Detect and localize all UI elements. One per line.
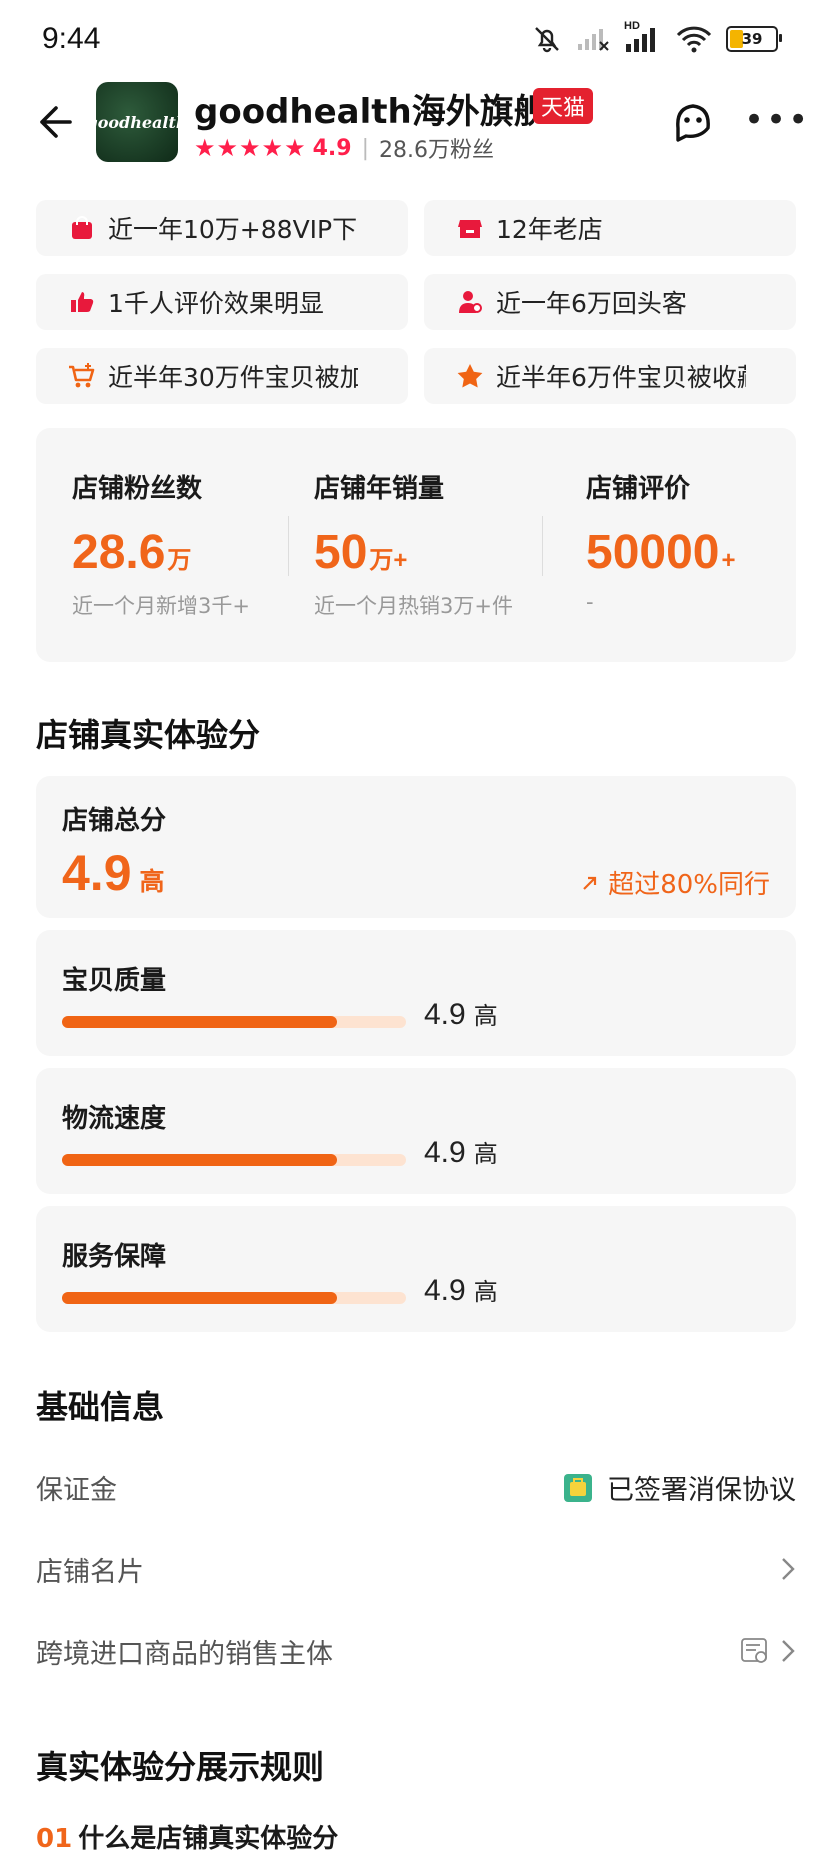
signal-weak-icon (578, 29, 609, 51)
more-options-icon[interactable]: ••• (744, 100, 810, 140)
tag-reviews: 1千人评价效果明显 (36, 274, 408, 330)
tag-cart: 近半年30万件宝贝被加购 (36, 348, 408, 404)
stat-label: 店铺评价 (586, 474, 691, 504)
total-score-level: 高 (139, 867, 165, 896)
score-bar-fill (62, 1016, 338, 1028)
total-score-card: 店铺总分 4.9 高 超过80%同行 (36, 776, 796, 918)
beyond-peers: 超过80%同行 (580, 864, 770, 901)
stat-annual-sales: 店铺年销量 50万+ 近一个月热销3万+件 (314, 468, 513, 620)
divider (542, 516, 543, 576)
rules-item[interactable]: 01 什么是店铺真实体验分 (36, 1818, 338, 1855)
status-icons: HD 39 (532, 20, 782, 54)
stat-label: 店铺粉丝数 (72, 474, 203, 504)
deposit-status: 已签署消保协议 (563, 1468, 796, 1507)
sub-score-card: 服务保障 4.9 高 (36, 1206, 796, 1332)
sub-score-card: 物流速度 4.9 高 (36, 1068, 796, 1194)
fans-count: 28.6万粉丝 (378, 138, 494, 163)
stat-value: 28.6万 (72, 526, 192, 579)
shop-card-label: 店铺名片 (36, 1557, 144, 1588)
score-bar (62, 1016, 406, 1028)
sub-score-value: 4.9 高 (424, 1136, 498, 1169)
tmall-badge: 天猫 (533, 88, 594, 124)
stat-sub: - (586, 590, 594, 614)
tag-returning: 近一年6万回头客 (424, 274, 796, 330)
tag-text: 近半年6万件宝贝被收藏 (496, 363, 746, 392)
star-badge-icon (456, 362, 484, 390)
stat-reviews: 店铺评价 50000+ - (586, 468, 736, 614)
battery-icon: 39 (726, 26, 782, 52)
chevron-right-icon (782, 1558, 795, 1580)
tag-text: 近一年10万+88VIP下单 (108, 215, 358, 244)
signal-hd-icon: HD (624, 20, 662, 54)
battery-level: 39 (741, 30, 763, 48)
seller-entity-label: 跨境进口商品的销售主体 (36, 1639, 333, 1670)
returning-user-icon (456, 288, 484, 316)
chevron-right-icon (782, 1640, 795, 1662)
rating-stars-icon: ★★★★★ (194, 134, 307, 162)
back-arrow-icon[interactable] (32, 100, 76, 144)
deposit-label: 保证金 (36, 1475, 117, 1506)
shop-card-row[interactable]: 店铺名片 (36, 1550, 796, 1590)
mute-bell-icon (535, 27, 559, 53)
total-score-label: 店铺总分 (62, 806, 167, 836)
score-bar (62, 1154, 406, 1166)
score-bar (62, 1292, 406, 1304)
stat-label: 店铺年销量 (314, 474, 445, 504)
logo-text: goodhealth (86, 112, 188, 132)
sub-score-label: 服务保障 (62, 1242, 167, 1272)
deposit-value: 已签署消保协议 (607, 1475, 796, 1506)
sub-score-value: 4.9 高 (424, 1274, 498, 1307)
cart-icon (68, 362, 96, 390)
sub-score-label: 宝贝质量 (62, 966, 167, 996)
tag-text: 近一年6万回头客 (496, 289, 687, 318)
sub-score-card: 宝贝质量 4.9 高 (36, 930, 796, 1056)
shield-bag-icon (564, 1473, 592, 1502)
hd-label: HD (624, 20, 640, 32)
rating-separator: | (361, 135, 369, 161)
experience-section-title: 店铺真实体验分 (36, 716, 261, 754)
rules-item-text: 什么是店铺真实体验分 (78, 1824, 339, 1854)
rating-row: ★★★★★ 4.9 | 28.6万粉丝 (194, 132, 494, 164)
wifi-icon (676, 26, 712, 53)
trend-arrow-icon (583, 876, 597, 890)
score-bar-fill (62, 1154, 338, 1166)
total-score-value: 4.9 (62, 845, 132, 901)
score-bar-fill (62, 1292, 338, 1304)
deposit-row: 保证金 已签署消保协议 (36, 1468, 796, 1508)
thumbs-up-icon (68, 288, 96, 316)
stat-value: 50000+ (586, 526, 736, 579)
sub-score-label: 物流速度 (62, 1104, 167, 1134)
beyond-text: 超过80%同行 (608, 870, 770, 900)
tag-text: 12年老店 (496, 215, 603, 244)
stat-fans: 店铺粉丝数 28.6万 近一个月新增3千+ (72, 468, 250, 620)
status-time: 9:44 (42, 22, 101, 55)
stat-sub: 近一个月新增3千+ (72, 594, 250, 618)
seller-entity-row[interactable]: 跨境进口商品的销售主体 (36, 1632, 796, 1672)
shop-stats-card: 店铺粉丝数 28.6万 近一个月新增3千+ 店铺年销量 50万+ 近一个月热销3… (36, 428, 796, 662)
chat-bot-icon[interactable] (670, 98, 716, 144)
tag-88vip: 近一年10万+88VIP下单 (36, 200, 408, 256)
stat-value: 50万+ (314, 526, 408, 579)
rules-item-number: 01 (36, 1824, 73, 1854)
tag-old-shop: 12年老店 (424, 200, 796, 256)
tag-text: 1千人评价效果明显 (108, 289, 324, 318)
stat-sub: 近一个月热销3万+件 (314, 594, 513, 618)
divider (288, 516, 289, 576)
rating-value: 4.9 (312, 135, 352, 161)
tag-favorite: 近半年6万件宝贝被收藏 (424, 348, 796, 404)
shopping-bag-icon (68, 214, 96, 242)
shop-name[interactable]: goodhealth海外旗舰店 (194, 84, 534, 133)
license-doc-icon (741, 1638, 767, 1663)
store-icon (456, 214, 484, 242)
basic-info-title: 基础信息 (36, 1388, 165, 1426)
total-score: 4.9 高 (62, 844, 165, 902)
shop-logo[interactable]: goodhealth (87, 82, 188, 162)
sub-score-value: 4.9 高 (424, 998, 498, 1031)
rules-title: 真实体验分展示规则 (36, 1748, 325, 1786)
tag-text: 近半年30万件宝贝被加购 (108, 363, 358, 392)
